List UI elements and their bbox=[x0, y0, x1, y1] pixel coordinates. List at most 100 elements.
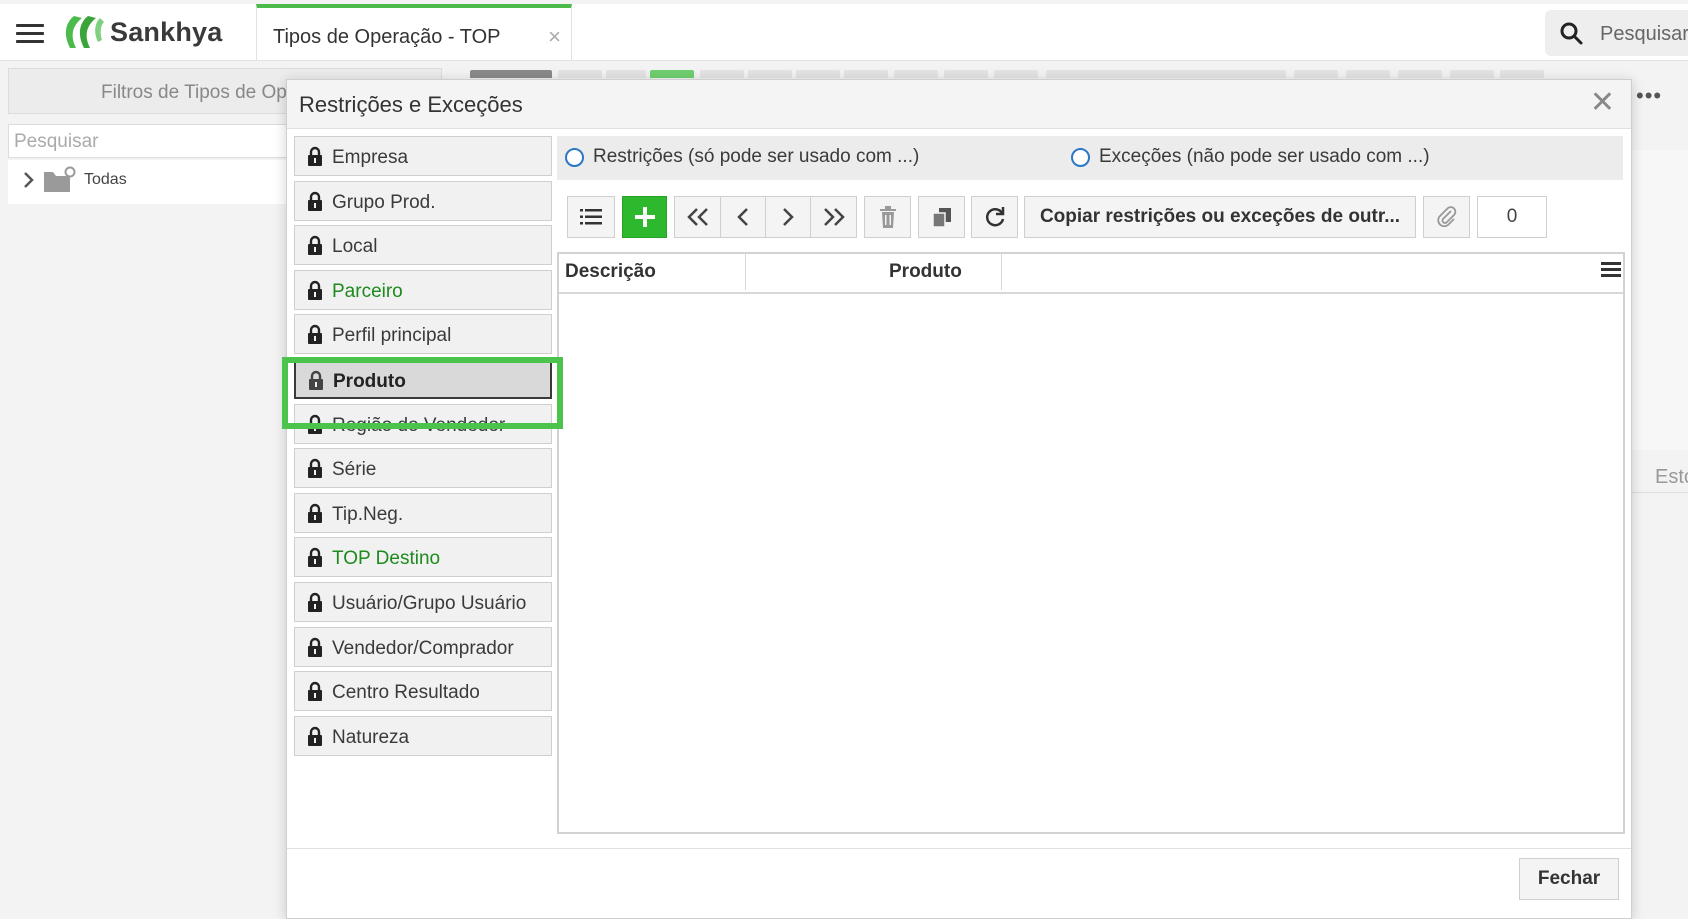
lock-icon bbox=[308, 548, 322, 568]
refresh-icon bbox=[985, 207, 1004, 227]
attachment-button[interactable] bbox=[1423, 196, 1470, 238]
close-icon[interactable]: ✕ bbox=[1590, 88, 1615, 118]
first-record-button[interactable] bbox=[674, 196, 721, 238]
refresh-button[interactable] bbox=[971, 196, 1018, 238]
column-header-descricao[interactable]: Descrição bbox=[565, 254, 656, 290]
radio-circle-icon[interactable] bbox=[565, 147, 584, 167]
lock-icon bbox=[308, 637, 322, 657]
list-icon bbox=[580, 209, 602, 225]
radio-restricoes[interactable]: Restrições (só pode ser usado com ...) bbox=[565, 146, 919, 168]
lock-icon bbox=[308, 726, 322, 746]
more-options-icon[interactable]: ••• bbox=[1636, 83, 1662, 109]
category-item[interactable]: Vendedor/Comprador bbox=[294, 626, 552, 667]
category-item[interactable]: Tip.Neg. bbox=[294, 492, 552, 533]
category-item-label: Centro Resultado bbox=[332, 682, 480, 704]
lock-icon bbox=[308, 236, 322, 256]
lock-icon bbox=[308, 503, 322, 523]
category-item-label: Grupo Prod. bbox=[332, 191, 436, 213]
lock-icon bbox=[308, 459, 322, 479]
background-toolbar bbox=[470, 70, 1688, 78]
column-menu-icon[interactable] bbox=[1601, 262, 1621, 280]
delete-button[interactable] bbox=[864, 196, 911, 238]
logo[interactable]: Sankhya bbox=[60, 14, 222, 50]
radio-restricoes-label: Restrições (só pode ser usado com ...) bbox=[593, 146, 920, 167]
category-item[interactable]: Produto bbox=[294, 359, 552, 399]
trash-icon bbox=[879, 206, 896, 228]
copy-restrictions-label: Copiar restrições ou exceções de outr... bbox=[1039, 206, 1401, 227]
folder-icon bbox=[44, 166, 76, 192]
category-item[interactable]: Local bbox=[294, 225, 552, 266]
brand-name: Sankhya bbox=[110, 16, 223, 47]
lock-icon bbox=[308, 414, 322, 434]
category-item[interactable]: Natureza bbox=[294, 715, 552, 756]
tree-item-label: Todas bbox=[84, 171, 127, 188]
category-item-label: Série bbox=[332, 459, 377, 481]
duplicate-button[interactable] bbox=[918, 196, 965, 238]
previous-record-button[interactable] bbox=[720, 196, 766, 238]
data-grid: Descrição Produto bbox=[557, 252, 1625, 834]
lock-icon bbox=[308, 146, 322, 166]
copy-restrictions-button[interactable]: Copiar restrições ou exceções de outr... bbox=[1024, 196, 1416, 238]
category-item-label: Tip.Neg. bbox=[332, 503, 404, 525]
category-item[interactable]: Grupo Prod. bbox=[294, 180, 552, 221]
category-item[interactable]: Usuário/Grupo Usuário bbox=[294, 582, 552, 622]
add-button[interactable] bbox=[622, 196, 667, 238]
category-item[interactable]: Centro Resultado bbox=[294, 671, 552, 712]
lock-icon bbox=[308, 325, 322, 345]
category-item-label: Empresa bbox=[332, 147, 409, 168]
category-item-label: Vendedor/Comprador bbox=[332, 637, 514, 659]
dialog-footer-divider bbox=[287, 848, 1631, 849]
double-chevron-right-icon bbox=[823, 208, 845, 226]
lock-icon bbox=[308, 191, 322, 211]
last-record-button[interactable] bbox=[810, 196, 857, 238]
category-item-label: Produto bbox=[333, 371, 406, 392]
plus-icon bbox=[634, 207, 655, 227]
category-item-label: Perfil principal bbox=[332, 325, 452, 347]
double-chevron-left-icon bbox=[686, 208, 708, 226]
lock-icon bbox=[308, 280, 322, 300]
category-item[interactable]: TOP Destino bbox=[294, 537, 552, 578]
category-item[interactable]: Parceiro bbox=[294, 269, 552, 310]
paperclip-icon bbox=[1436, 206, 1456, 228]
sankhya-logo-icon bbox=[65, 16, 104, 48]
category-item[interactable]: Região do Vendedor bbox=[294, 403, 552, 444]
category-item-label: TOP Destino bbox=[332, 548, 441, 570]
category-item-label: Natureza bbox=[332, 726, 410, 748]
filters-title-text: Filtros de Tipos de Op bbox=[101, 82, 287, 103]
search-icon bbox=[1560, 22, 1583, 45]
global-search[interactable]: Pesquisar bbox=[1545, 10, 1688, 56]
search-placeholder: Pesquisar bbox=[1600, 23, 1688, 45]
lock-icon bbox=[309, 370, 323, 390]
background-panel bbox=[1632, 150, 1688, 450]
next-record-button[interactable] bbox=[765, 196, 811, 238]
category-item[interactable]: Perfil principal bbox=[294, 314, 552, 355]
lock-icon bbox=[308, 592, 322, 612]
dialog-header: Restrições e Exceções ✕ bbox=[287, 80, 1631, 129]
dialog-title: Restrições e Exceções bbox=[299, 92, 523, 117]
menu-icon[interactable] bbox=[16, 24, 44, 44]
radio-circle-icon[interactable] bbox=[1071, 147, 1090, 167]
tree-item-todas[interactable]: Todas bbox=[22, 166, 127, 194]
top-bar: Sankhya Tipos de Operação - TOP × Pesqui… bbox=[0, 4, 1688, 61]
copy-icon bbox=[931, 208, 951, 228]
chevron-right-icon bbox=[783, 208, 794, 226]
restricoes-excecoes-dialog: Restrições e Exceções ✕ Empresa Grupo Pro… bbox=[286, 79, 1632, 919]
tab-tipos-operacao[interactable]: Tipos de Operação - TOP × bbox=[256, 4, 572, 60]
category-item-label: Parceiro bbox=[332, 280, 403, 302]
category-item-label: Local bbox=[332, 236, 378, 258]
column-header-produto[interactable]: Produto bbox=[889, 254, 962, 290]
tab-label: Tipos de Operação - TOP bbox=[273, 26, 501, 48]
radio-excecoes[interactable]: Exceções (não pode ser usado com ...) bbox=[1071, 146, 1430, 168]
tab-close-icon[interactable]: × bbox=[548, 24, 561, 50]
radio-excecoes-label: Exceções (não pode ser usado com ...) bbox=[1099, 146, 1430, 167]
close-button[interactable]: Fechar bbox=[1519, 858, 1619, 900]
category-item-label: Usuário/Grupo Usuário bbox=[332, 593, 527, 614]
category-item[interactable]: Série bbox=[294, 448, 552, 489]
background-tab-estoque[interactable]: Esto bbox=[1655, 466, 1688, 489]
list-view-button[interactable] bbox=[567, 196, 615, 238]
divider bbox=[1632, 492, 1688, 493]
chevron-right-icon[interactable] bbox=[22, 170, 36, 190]
filters-search-placeholder: Pesquisar bbox=[14, 131, 99, 152]
category-item[interactable]: Empresa bbox=[294, 136, 552, 176]
lock-icon bbox=[308, 682, 322, 702]
